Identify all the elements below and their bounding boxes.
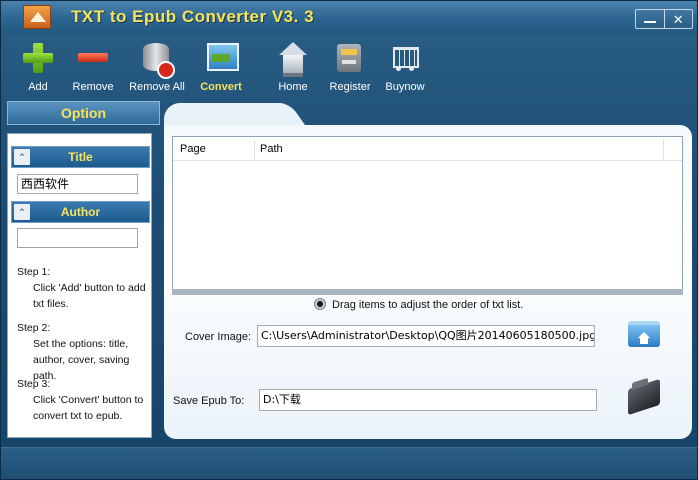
convert-button[interactable]: Convert [185, 41, 257, 97]
title-bar[interactable]: TXT to Epub Converter V3. 3 ✕ [1, 1, 697, 35]
remove-all-button[interactable]: Remove All [121, 41, 193, 97]
step-2-heading: Step 2: [17, 322, 51, 334]
title-section-label: Title [68, 150, 93, 164]
buynow-button[interactable]: Buynow [369, 41, 441, 97]
cover-image-label: Cover Image: [185, 331, 252, 343]
list-drag-handle[interactable] [172, 289, 683, 295]
save-epub-label: Save Epub To: [173, 395, 245, 407]
step-3-body: Click 'Convert' button to convert txt to… [33, 394, 144, 422]
drag-knob-icon [314, 298, 326, 310]
browse-cover-folder-icon[interactable] [628, 321, 660, 347]
title-input[interactable]: 西西软件 [17, 174, 138, 194]
author-section-header[interactable]: ⌃ Author [11, 201, 150, 223]
title-section-header[interactable]: ⌃ Title [11, 146, 150, 168]
shopping-cart-icon [387, 41, 423, 75]
home-icon [275, 41, 311, 77]
txt-file-list[interactable]: Page Path [172, 136, 683, 290]
close-button[interactable]: ✕ [665, 10, 693, 28]
list-header: Page Path [173, 137, 682, 161]
author-section-label: Author [60, 205, 101, 219]
column-divider[interactable] [663, 139, 664, 159]
collapse-chevron-icon[interactable]: ⌃ [14, 149, 30, 165]
close-icon: ✕ [672, 11, 684, 27]
convert-picture-icon [203, 41, 239, 75]
drag-hint-text: Drag items to adjust the order of txt li… [332, 299, 524, 311]
collapse-chevron-icon[interactable]: ⌃ [14, 204, 30, 220]
window-title: TXT to Epub Converter V3. 3 [71, 7, 315, 26]
convert-button-label: Convert [200, 81, 242, 93]
step-1-heading: Step 1: [17, 266, 51, 278]
database-remove-icon [139, 41, 175, 79]
minimize-icon [643, 21, 656, 23]
drag-hint: Drag items to adjust the order of txt li… [314, 297, 694, 313]
main-panel: Page Path Drag items to adjust the order… [164, 125, 692, 439]
minimize-button[interactable] [636, 10, 665, 28]
toolbar: Add Remove Remove All Convert Home Regis… [1, 35, 697, 99]
step-3-text: Step 3: Click 'Convert' button to conver… [17, 376, 151, 424]
column-header-path[interactable]: Path [260, 143, 283, 155]
option-panel: ⌃ Title 西西软件 ⌃ Author Step 1: Click 'Add… [7, 133, 152, 438]
buynow-button-label: Buynow [385, 81, 425, 93]
cash-register-icon [332, 41, 368, 75]
step-3-heading: Step 3: [17, 378, 51, 390]
column-header-page[interactable]: Page [180, 143, 206, 155]
save-epub-path-input[interactable]: D:\下载 [259, 389, 597, 411]
cover-image-input[interactable]: C:\Users\Administrator\Desktop\QQ图片20140… [257, 325, 595, 347]
window-controls: ✕ [635, 9, 693, 29]
author-input[interactable] [17, 228, 138, 248]
browse-save-folder-icon[interactable] [628, 378, 660, 416]
option-header: Option [7, 101, 160, 125]
column-divider[interactable] [254, 139, 255, 159]
app-window: TXT to Epub Converter V3. 3 ✕ Add Remove… [0, 0, 698, 480]
remove-button-label: Remove [72, 81, 114, 93]
remove-minus-icon [75, 41, 111, 75]
main-panel-tab [164, 103, 274, 127]
remove-button[interactable]: Remove [57, 41, 129, 97]
step-2-text: Step 2: Set the options: title, author, … [17, 320, 151, 384]
app-logo-icon [23, 5, 51, 29]
status-bar [1, 447, 697, 479]
remove-all-button-label: Remove All [129, 81, 185, 93]
step-1-body: Click 'Add' button to add txt files. [33, 282, 146, 310]
add-plus-icon [20, 41, 56, 75]
step-1-text: Step 1: Click 'Add' button to add txt fi… [17, 264, 151, 312]
